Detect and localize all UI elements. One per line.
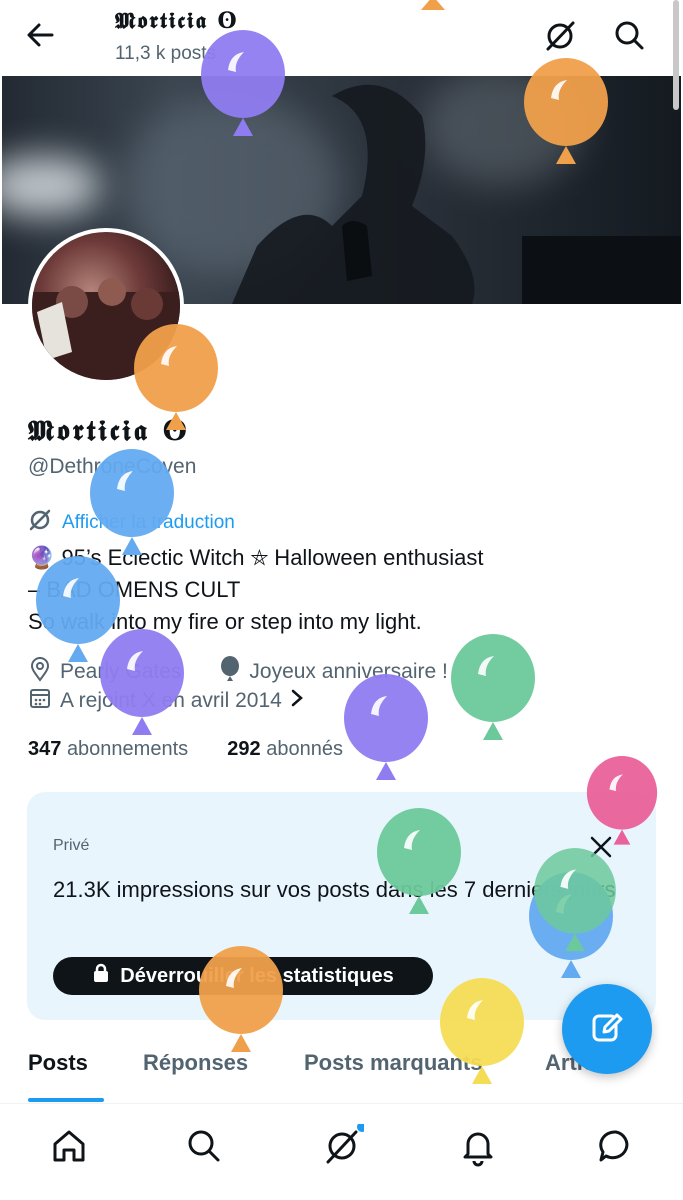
unlock-stats-button[interactable]: Déverrouiller les statistiques <box>53 957 433 995</box>
grok-icon <box>28 508 52 538</box>
following-link[interactable]: 347 abonnements <box>28 738 188 760</box>
bottom-nav <box>0 1104 683 1200</box>
arrow-left-icon[interactable] <box>22 18 60 52</box>
following-count: 347 <box>28 738 62 760</box>
search-icon[interactable] <box>610 18 650 54</box>
search-icon[interactable] <box>182 1124 226 1168</box>
home-icon[interactable] <box>47 1124 91 1168</box>
translate-label: Afficher la traduction <box>62 512 235 533</box>
birthday-text: Joyeux anniversaire ! <box>249 660 448 683</box>
card-title: 21.3K impressions sur vos posts dans les… <box>53 877 616 902</box>
chevron-right-icon <box>290 688 304 714</box>
tab-replies[interactable]: Réponses <box>143 1050 248 1076</box>
following-label: abonnements <box>66 738 189 760</box>
notifications-icon[interactable] <box>456 1124 500 1168</box>
profile-handle: @DethroneCoven <box>28 455 197 478</box>
followers-count: 292 <box>227 738 261 760</box>
tab-posts[interactable]: Posts <box>28 1050 88 1076</box>
profile-joined-row[interactable]: A rejoint X en avril 2014 <box>28 686 304 716</box>
translate-link[interactable]: Afficher la traduction <box>28 508 235 538</box>
location-icon <box>28 656 52 688</box>
bio-line: So walk into my fire or step into my lig… <box>28 609 422 634</box>
card-label: Privé <box>53 837 90 854</box>
profile-meta-row: Pearly Gates Joyeux anniversaire ! <box>28 656 448 688</box>
follow-stats: 347 abonnements 292 abonnés <box>28 738 343 761</box>
grok-icon[interactable] <box>540 18 580 54</box>
unlock-stats-label: Déverrouiller les statistiques <box>120 964 394 987</box>
messages-icon[interactable] <box>594 1124 638 1168</box>
tab-highlights[interactable]: Posts marquants <box>304 1050 483 1076</box>
balloon-purple <box>344 674 428 780</box>
followers-label: abonnés <box>266 738 343 760</box>
header-post-count: 11,3 k posts <box>115 43 217 64</box>
followers-link[interactable]: 292 abonnés <box>227 738 343 760</box>
compose-icon <box>590 1010 624 1049</box>
tab-active-indicator <box>28 1098 104 1102</box>
balloon-green <box>451 634 535 740</box>
balloon-icon <box>219 656 241 688</box>
location-text: Pearly Gates <box>60 660 182 683</box>
scrollbar[interactable] <box>673 0 679 110</box>
joined-text: A rejoint X en avril 2014 <box>60 689 282 712</box>
close-icon[interactable] <box>586 832 616 862</box>
top-bar <box>0 0 683 76</box>
lock-icon <box>92 963 110 989</box>
compose-button[interactable] <box>562 984 652 1074</box>
profile-bio: 🔮 95’s Eclectic Witch ⛤ Halloween enthus… <box>28 542 648 638</box>
grok-icon[interactable] <box>320 1122 367 1168</box>
calendar-icon <box>28 686 52 716</box>
bio-line: – BAD OMENS CULT <box>28 577 241 602</box>
profile-display-name: 𝕸𝖔𝖗𝖙𝖎𝖈𝖎𝖆 ʘ <box>28 414 190 447</box>
avatar[interactable] <box>28 228 184 384</box>
header-display-name: 𝕸𝖔𝖗𝖙𝖎𝖈𝖎𝖆 ʘ <box>115 8 239 34</box>
bio-line: 🔮 95’s Eclectic Witch ⛤ Halloween enthus… <box>28 545 484 570</box>
